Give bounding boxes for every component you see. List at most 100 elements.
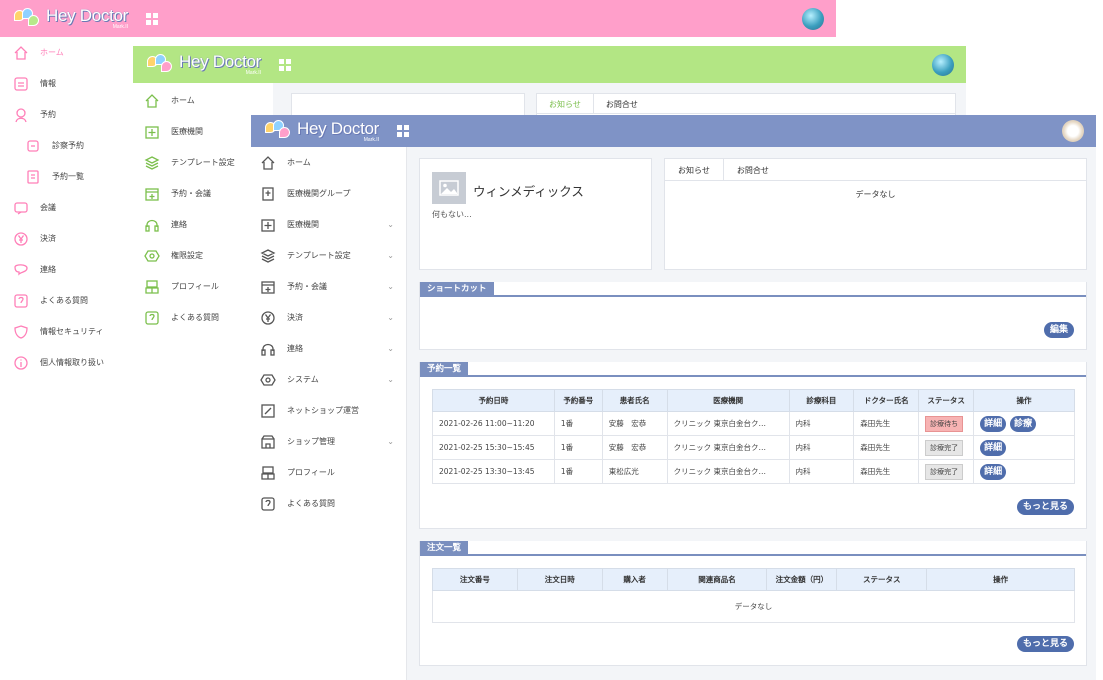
profile-icon xyxy=(143,279,161,295)
apps-grid-icon[interactable] xyxy=(279,58,292,71)
company-name: ウィンメディックス xyxy=(473,184,584,199)
company-desc: 何もない... xyxy=(432,210,472,219)
user-avatar[interactable] xyxy=(802,7,824,30)
cell-datetime: 2021-02-25 13:30~13:45 xyxy=(432,459,555,484)
detail-button[interactable]: 詳細 xyxy=(980,439,1007,456)
sidebar-item-label: よくある質問 xyxy=(40,296,88,305)
user-avatar[interactable] xyxy=(1062,120,1084,142)
sidebar-item-system[interactable]: システム ⌄ xyxy=(251,364,406,395)
table-row: 2021-02-25 15:30~15:45 1番 安藤 宏恭 クリニック 東京白金台… xyxy=(432,435,1075,460)
detail-button[interactable]: 詳細 xyxy=(980,463,1007,480)
sidebar-item-info[interactable]: 情報 xyxy=(0,68,150,99)
sidebar-item-hospital-group[interactable]: 医療機関グループ xyxy=(251,178,406,209)
chevron-down-icon: ⌄ xyxy=(387,375,394,384)
sidebar-item-exam-reservation[interactable]: 診察予約 xyxy=(0,130,150,161)
sidebar-item-profile[interactable]: プロフィール xyxy=(251,457,406,488)
blue-header: Hey Doctor Mark.II xyxy=(251,115,1096,147)
tab-notice[interactable]: お知らせ xyxy=(665,159,724,180)
layers-icon xyxy=(143,155,161,171)
sidebar-item-label: 連絡 xyxy=(287,344,303,353)
orders-more-button[interactable]: もっと見る xyxy=(1016,636,1074,652)
apps-grid-icon[interactable] xyxy=(146,12,159,25)
sidebar-item-label: よくある質問 xyxy=(287,499,335,508)
logo-mark-icon xyxy=(263,120,293,142)
pink-sidebar: ホーム 情報 予約診察予約予約一覧 会議決済連絡よくある質問情報セキュリティ 個人情報取… xyxy=(0,37,150,680)
chevron-down-icon: ⌄ xyxy=(387,437,394,446)
sidebar-item-headset[interactable]: 連絡 ⌄ xyxy=(251,333,406,364)
sidebar-item-shop-edit[interactable]: ネットショップ運営 xyxy=(251,395,406,426)
sidebar-item-layers[interactable]: テンプレート設定 ⌄ xyxy=(251,240,406,271)
sidebar-item-yen[interactable]: 決済 ⌄ xyxy=(251,302,406,333)
faq-icon xyxy=(143,310,161,326)
sidebar-item-reservation[interactable]: 予約 xyxy=(0,99,150,130)
exam-reservation-icon xyxy=(24,138,42,154)
column-header: 操作 xyxy=(973,389,1075,412)
column-header: 予約番号 xyxy=(553,389,603,412)
sidebar-item-label: 決済 xyxy=(40,234,56,243)
headset-icon xyxy=(259,341,277,357)
sidebar-item-label: 医療機関グループ xyxy=(287,189,351,198)
brand-title: Hey Doctor xyxy=(297,118,380,138)
settings-icon xyxy=(143,248,161,264)
user-avatar[interactable] xyxy=(932,53,954,76)
column-header: 購入者 xyxy=(601,568,668,591)
sidebar-item-label: 医療機関 xyxy=(171,127,203,136)
sidebar-item-faq[interactable]: よくある質問 xyxy=(0,285,150,316)
sidebar-item-reservation-list[interactable]: 予約一覧 xyxy=(0,161,150,192)
reservation-list-icon xyxy=(24,169,42,185)
cell-actions: 詳細 診療 xyxy=(973,411,1075,436)
sidebar-item-privacy[interactable]: 個人情報取り扱い xyxy=(0,347,150,378)
column-header: 医療機関 xyxy=(666,389,790,412)
brand-title: Hey Doctor xyxy=(179,52,262,71)
column-header: ステータス xyxy=(918,389,975,412)
sidebar-item-label: 連絡 xyxy=(40,265,56,274)
sidebar-item-label: 診察予約 xyxy=(52,141,84,150)
logo[interactable]: Hey Doctor Mark.II xyxy=(12,7,128,30)
blue-window: Hey Doctor Mark.II ホーム 医療機関グループ 医療機関 ⌄ テンプレート… xyxy=(251,115,1096,680)
brand-subtitle: Mark.II xyxy=(245,70,262,76)
cell-clinic: クリニック 東京白金台ク… xyxy=(666,435,790,460)
examine-button[interactable]: 診療 xyxy=(1010,415,1037,432)
reservations-more-button[interactable]: もっと見る xyxy=(1016,499,1074,515)
logo-mark-icon xyxy=(145,53,175,76)
orders-panel: 注文一覧 注文番号 注文日時 購入者 関連商品名 注文金額（円） ステータス 操作 データな… xyxy=(419,541,1087,666)
sidebar-item-label: 決済 xyxy=(287,313,303,322)
tab-notice[interactable]: お知らせ xyxy=(537,94,594,113)
hospital-icon xyxy=(143,124,161,140)
sidebar-item-hospital[interactable]: 医療機関 ⌄ xyxy=(251,209,406,240)
sidebar-item-meeting[interactable]: 会議 xyxy=(0,192,150,223)
edit-button[interactable]: 編集 xyxy=(1043,322,1074,338)
orders-empty: データなし xyxy=(432,590,1075,623)
sidebar-item-label: システム xyxy=(287,375,319,384)
logo[interactable]: Hey Doctor Mark.II xyxy=(263,120,379,143)
sidebar-item-store[interactable]: ショップ管理 ⌄ xyxy=(251,426,406,457)
tab-inquiry[interactable]: お問合せ xyxy=(594,94,650,113)
cell-clinic: クリニック 東京白金台ク… xyxy=(666,459,790,484)
tab-inquiry[interactable]: お問合せ xyxy=(724,159,782,180)
sidebar-item-label: よくある質問 xyxy=(171,313,219,322)
column-header: 注文番号 xyxy=(432,568,518,591)
sidebar-item-yen[interactable]: 決済 xyxy=(0,223,150,254)
apps-grid-icon[interactable] xyxy=(397,125,410,137)
sidebar-item-home[interactable]: ホーム xyxy=(251,147,406,178)
sidebar-item-calendar[interactable]: 予約・会議 ⌄ xyxy=(251,271,406,302)
detail-button[interactable]: 詳細 xyxy=(980,415,1007,432)
sidebar-item-home[interactable]: ホーム xyxy=(0,37,150,68)
sidebar-item-security[interactable]: 情報セキュリティ xyxy=(0,316,150,347)
status-badge: 診療完了 xyxy=(925,439,964,456)
shortcut-title: ショートカット xyxy=(420,282,494,297)
cell-doctor: 森田先生 xyxy=(853,459,920,484)
cell-status: 診療待ち xyxy=(918,411,975,436)
sidebar-item-faq[interactable]: よくある質問 xyxy=(251,488,406,519)
cell-number: 1番 xyxy=(553,459,603,484)
home-icon xyxy=(259,155,277,171)
profile-icon xyxy=(259,465,277,481)
chevron-down-icon: ⌄ xyxy=(387,251,394,260)
sidebar-item-contact[interactable]: 連絡 xyxy=(0,254,150,285)
image-placeholder-icon xyxy=(432,172,466,204)
sidebar-item-label: 医療機関 xyxy=(287,220,319,229)
blue-sidebar: ホーム 医療機関グループ 医療機関 ⌄ テンプレート設定 ⌄ 予約・会議 ⌄ 決済 ⌄ 連絡 ⌄ システ… xyxy=(251,147,407,680)
sidebar-item-home[interactable]: ホーム xyxy=(133,85,273,116)
logo[interactable]: Hey Doctor Mark.II xyxy=(145,53,261,76)
status-badge: 診療完了 xyxy=(925,463,964,480)
